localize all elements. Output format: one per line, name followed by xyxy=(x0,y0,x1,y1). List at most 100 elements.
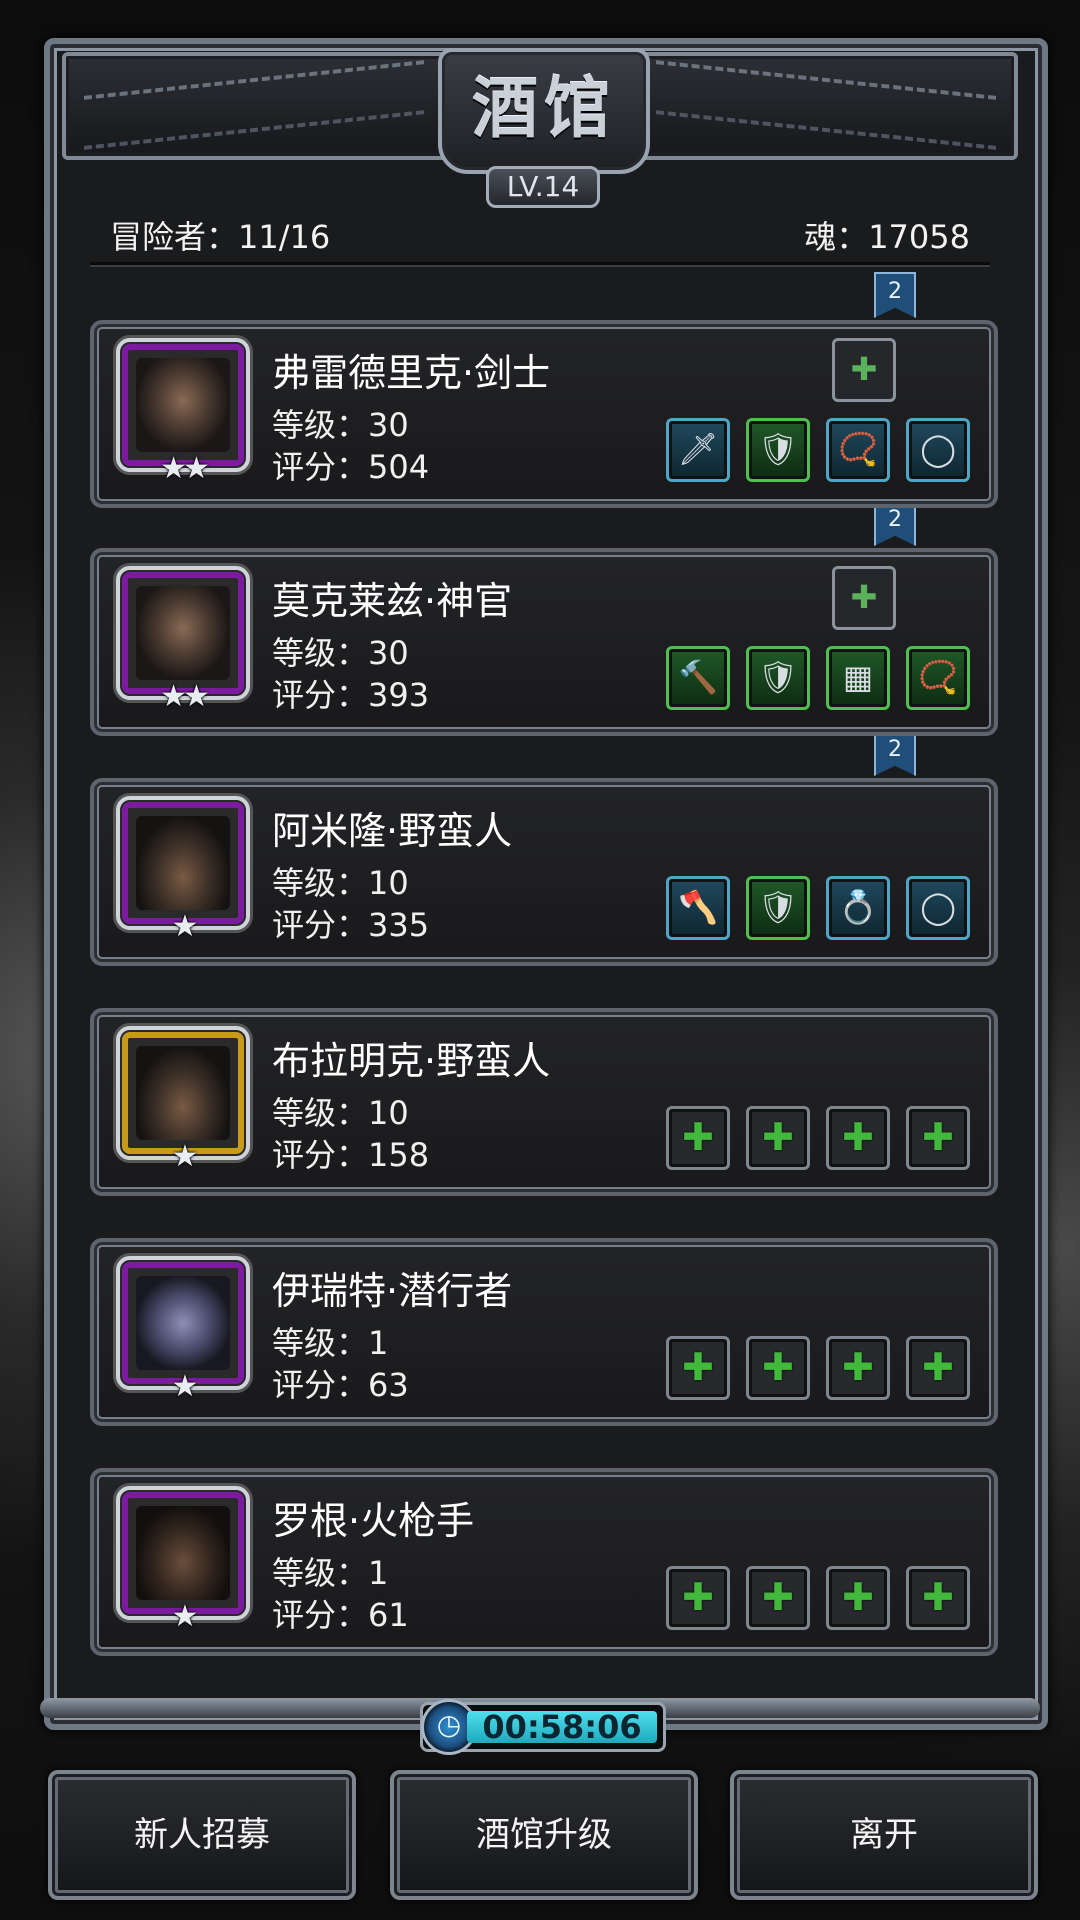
equipment-slot-belt[interactable]: ▦ xyxy=(826,646,890,710)
equipment-slot-accessory[interactable]: ✚ xyxy=(826,1336,890,1400)
skill-slot[interactable]: ✚ xyxy=(832,566,896,630)
equipment-slot-weapon[interactable]: 🗡 xyxy=(666,418,730,482)
equipment-slot-armor[interactable]: 🛡 xyxy=(746,646,810,710)
tavern-level-badge: LV.14 xyxy=(486,166,600,208)
header-divider xyxy=(90,262,990,267)
hero-portrait[interactable]: ★★ xyxy=(116,338,250,486)
add-accessory-icon: ✚ xyxy=(842,1575,874,1619)
ring-icon: ◯ xyxy=(920,888,956,926)
hero-level: 等级：30 xyxy=(272,634,409,672)
equipment-slot-weapon[interactable]: ✚ xyxy=(666,1106,730,1170)
equipment-slot-weapon[interactable]: ✚ xyxy=(666,1566,730,1630)
equipment-slot-accessory[interactable]: ✚ xyxy=(906,1106,970,1170)
hero-card[interactable]: ★ 罗根·火枪手 等级：1 评分：61 ✚ ✚ ✚ ✚ xyxy=(90,1468,998,1656)
hero-name: 伊瑞特·潜行者 xyxy=(272,1269,513,1313)
recruit-button[interactable]: 新人招募 xyxy=(48,1770,356,1900)
add-accessory-icon: ✚ xyxy=(922,1575,954,1619)
rogue-portrait-icon xyxy=(136,1276,230,1370)
swordsman-portrait-icon xyxy=(136,358,230,452)
equipment-slot-accessory[interactable]: ✚ xyxy=(826,1106,890,1170)
hero-portrait[interactable]: ★ xyxy=(116,1486,250,1634)
hero-score: 评分：158 xyxy=(272,1136,430,1174)
hero-name: 莫克莱兹·神官 xyxy=(272,579,513,623)
add-accessory-icon: ✚ xyxy=(922,1345,954,1389)
timer-text: 00:58:06 xyxy=(482,1708,642,1746)
hero-portrait[interactable]: ★ xyxy=(116,1026,250,1174)
equipment-slot-weapon[interactable]: ✚ xyxy=(666,1336,730,1400)
add-armor-icon: ✚ xyxy=(762,1575,794,1619)
equipment-slot-ring[interactable]: ◯ xyxy=(906,876,970,940)
hero-score: 评分：504 xyxy=(272,448,430,486)
priest-portrait-icon xyxy=(136,586,230,680)
equipment-slot-accessory[interactable]: ✚ xyxy=(826,1566,890,1630)
equipment-slot-armor[interactable]: 🛡 xyxy=(746,418,810,482)
equipment-slot-ring[interactable]: 💍 xyxy=(826,876,890,940)
equipment-row: 🗡 🛡 📿 ◯ xyxy=(666,418,976,482)
equipment-slot-armor[interactable]: 🛡 xyxy=(746,876,810,940)
sapphire-ring-icon: 💍 xyxy=(838,888,878,926)
barbarian-portrait-icon xyxy=(136,1046,230,1140)
equipment-slot-accessory[interactable]: ✚ xyxy=(906,1566,970,1630)
hero-score: 评分：335 xyxy=(272,906,430,944)
leave-button[interactable]: 离开 xyxy=(730,1770,1038,1900)
equipment-slot-armor[interactable]: ✚ xyxy=(746,1336,810,1400)
chest-armor-icon: 🛡 xyxy=(757,430,799,468)
add-armor-icon: ✚ xyxy=(762,1345,794,1389)
necklace-icon: 📿 xyxy=(838,430,878,468)
hero-score: 评分：61 xyxy=(272,1596,409,1634)
hero-card[interactable]: ★ 伊瑞特·潜行者 等级：1 评分：63 ✚ ✚ ✚ ✚ xyxy=(90,1238,998,1426)
hero-score: 评分：63 xyxy=(272,1366,409,1404)
hero-portrait[interactable]: ★ xyxy=(116,1256,250,1404)
add-weapon-icon: ✚ xyxy=(682,1575,714,1619)
hero-level: 等级：10 xyxy=(272,1094,409,1132)
equipment-slot-weapon[interactable]: 🪓 xyxy=(666,876,730,940)
necklace-icon: 📿 xyxy=(918,658,958,696)
hero-card[interactable]: ★ 布拉明克·野蛮人 等级：10 评分：158 ✚ ✚ ✚ ✚ xyxy=(90,1008,998,1196)
add-weapon-icon: ✚ xyxy=(682,1115,714,1159)
equipment-slot-accessory[interactable]: ✚ xyxy=(906,1336,970,1400)
chest-armor-icon: 🛡 xyxy=(757,888,799,926)
page-title: 酒馆 xyxy=(472,69,616,147)
star-rating: ★ xyxy=(171,1139,199,1174)
skill-icon: ✚ xyxy=(850,350,878,388)
hero-level: 等级：10 xyxy=(272,864,409,902)
hero-name: 罗根·火枪手 xyxy=(272,1499,475,1543)
hero-level: 等级：30 xyxy=(272,406,409,444)
hero-portrait[interactable]: ★ xyxy=(116,796,250,944)
axe-icon: 🪓 xyxy=(678,888,718,926)
equipment-row: 🔨 🛡 ▦ 📿 xyxy=(666,646,976,710)
hero-card[interactable]: ★ 阿米隆·野蛮人 等级：10 评分：335 🪓 🛡 💍 ◯ xyxy=(90,778,998,966)
skill-icon: ✚ xyxy=(850,578,878,616)
chest-armor-icon: 🛡 xyxy=(757,658,799,696)
hero-name: 阿米隆·野蛮人 xyxy=(272,809,513,853)
add-weapon-icon: ✚ xyxy=(682,1345,714,1389)
hero-score: 评分：393 xyxy=(272,676,430,714)
adventurer-count: 冒险者：11/16 xyxy=(110,218,331,256)
equipment-slot-necklace[interactable]: 📿 xyxy=(906,646,970,710)
hammer-icon: 🔨 xyxy=(678,658,718,696)
equipment-row: 🪓 🛡 💍 ◯ xyxy=(666,876,976,940)
equipment-slot-armor[interactable]: ✚ xyxy=(746,1106,810,1170)
equipment-slot-ring[interactable]: ◯ xyxy=(906,418,970,482)
equipment-slot-weapon[interactable]: 🔨 xyxy=(666,646,730,710)
skill-slot[interactable]: ✚ xyxy=(832,338,896,402)
star-rating: ★ xyxy=(171,1369,199,1404)
star-rating: ★ xyxy=(171,1599,199,1634)
equipment-row: ✚ ✚ ✚ ✚ xyxy=(666,1106,976,1170)
hero-card[interactable]: ★★ 弗雷德里克·剑士 等级：30 评分：504 ✚ 🗡 🛡 📿 ◯ xyxy=(90,320,998,508)
equipment-slot-necklace[interactable]: 📿 xyxy=(826,418,890,482)
hero-name: 布拉明克·野蛮人 xyxy=(272,1039,551,1083)
star-rating: ★★ xyxy=(160,679,210,714)
hero-name: 弗雷德里克·剑士 xyxy=(272,351,551,395)
leather-belt-icon: ▦ xyxy=(842,658,874,696)
hero-card[interactable]: ★★ 莫克莱兹·神官 等级：30 评分：393 ✚ 🔨 🛡 ▦ 📿 xyxy=(90,548,998,736)
refresh-timer: ◷ 00:58:06 xyxy=(420,1699,666,1755)
equipment-slot-armor[interactable]: ✚ xyxy=(746,1566,810,1630)
add-accessory-icon: ✚ xyxy=(922,1115,954,1159)
upgrade-tavern-button[interactable]: 酒馆升级 xyxy=(390,1770,698,1900)
hero-portrait[interactable]: ★★ xyxy=(116,566,250,714)
add-armor-icon: ✚ xyxy=(762,1115,794,1159)
resource-row: 冒险者：11/16 魂：17058 xyxy=(110,212,970,262)
equipment-row: ✚ ✚ ✚ ✚ xyxy=(666,1336,976,1400)
gunslinger-portrait-icon xyxy=(136,1506,230,1600)
